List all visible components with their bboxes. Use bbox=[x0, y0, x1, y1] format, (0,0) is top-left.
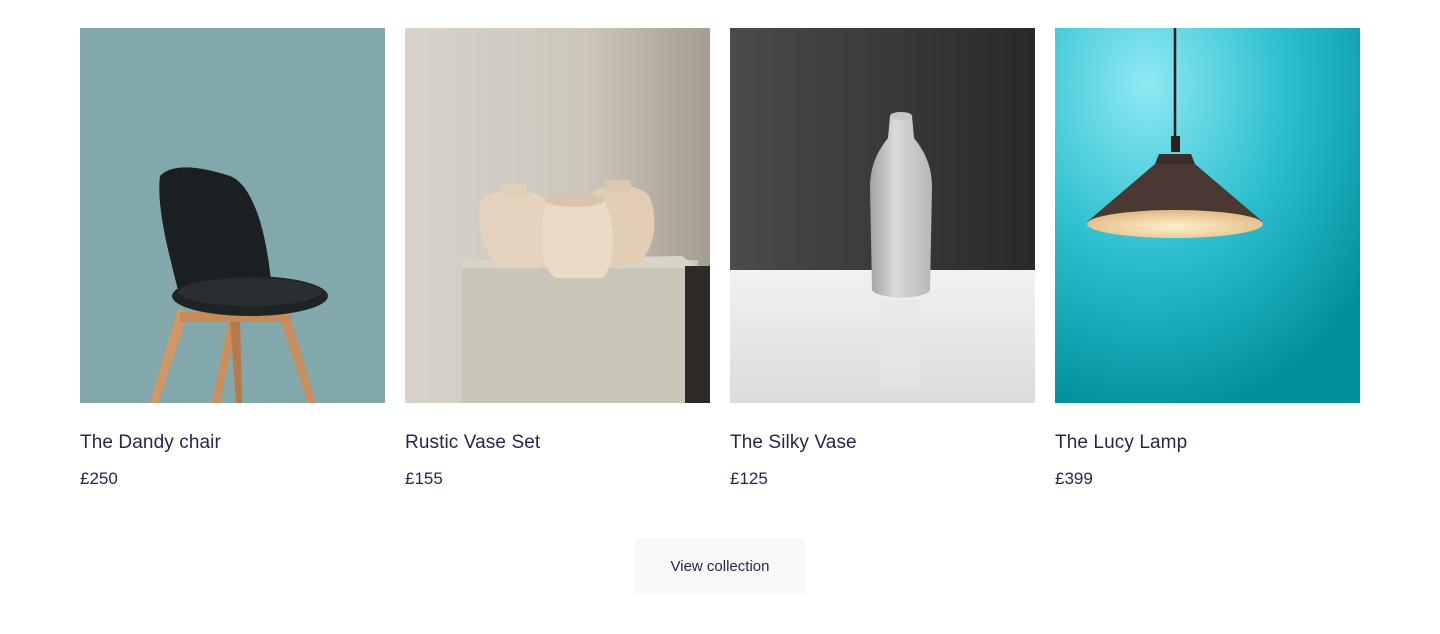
product-name[interactable]: The Lucy Lamp bbox=[1055, 431, 1360, 455]
product-card[interactable]: The Silky Vase £125 bbox=[730, 28, 1035, 491]
view-collection-button[interactable]: View collection bbox=[635, 538, 805, 594]
product-name[interactable]: Rustic Vase Set bbox=[405, 431, 710, 455]
product-image-lucy-lamp[interactable] bbox=[1055, 28, 1360, 403]
product-name[interactable]: The Dandy chair bbox=[80, 431, 385, 455]
product-image-dandy-chair[interactable] bbox=[80, 28, 385, 403]
product-card[interactable]: Rustic Vase Set £155 bbox=[405, 28, 710, 491]
product-price: £125 bbox=[730, 469, 768, 488]
product-price: £399 bbox=[1055, 469, 1093, 488]
product-price: £250 bbox=[80, 469, 118, 488]
product-image-rustic-vase-set[interactable] bbox=[405, 28, 710, 403]
product-grid: The Dandy chair £250 Rustic Vase Set £15… bbox=[80, 28, 1360, 491]
product-name[interactable]: The Silky Vase bbox=[730, 431, 1035, 455]
product-card[interactable]: The Lucy Lamp £399 bbox=[1055, 28, 1360, 491]
product-image-silky-vase[interactable] bbox=[730, 28, 1035, 403]
product-price: £155 bbox=[405, 469, 443, 488]
product-card[interactable]: The Dandy chair £250 bbox=[80, 28, 385, 491]
